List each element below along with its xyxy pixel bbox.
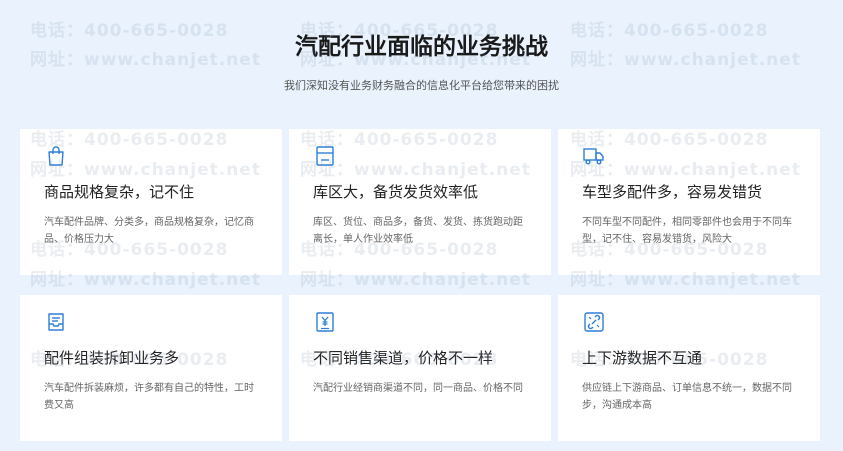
- challenge-grid: 商品规格复杂，记不住 汽车配件品牌、分类多，商品规格复杂，记忆商品、价格压力大 …: [0, 0, 843, 451]
- truck-icon: [583, 148, 604, 165]
- challenge-card: 上下游数据不互通 供应链上下游商品、订单信息不统一，数据不同步，沟通成本高: [558, 295, 820, 441]
- challenge-card: 车型多配件多，容易发错货 不同车型不同配件，相同零部件也会用于不同车型，记不住、…: [558, 129, 820, 275]
- card-title: 车型多配件多，容易发错货: [582, 183, 763, 201]
- card-title: 商品规格复杂，记不住: [44, 183, 195, 201]
- challenge-card: 不同销售渠道，价格不一样 汽配行业经销商渠道不同，同一商品、价格不同: [289, 295, 551, 441]
- challenge-card: 商品规格复杂，记不住 汽车配件品牌、分类多，商品规格复杂，记忆商品、价格压力大: [20, 129, 282, 275]
- card-title: 配件组装拆卸业务多: [44, 349, 180, 367]
- card-description: 不同车型不同配件，相同零部件也会用于不同车型，记不住、容易发错货，风险大: [582, 217, 792, 245]
- card-description: 供应链上下游商品、订单信息不统一，数据不同步，沟通成本高: [582, 383, 792, 411]
- card-description: 库区、货位、商品多，备货、发货、拣货跑动距离长，单人作业效率低: [313, 217, 523, 245]
- inbox-tray-icon: [48, 313, 64, 331]
- warehouse-doc-icon: [316, 146, 334, 166]
- yuan-document-icon: [316, 312, 334, 332]
- card-title: 库区大，备货发货效率低: [313, 183, 479, 201]
- card-description: 汽配行业经销商渠道不同，同一商品、价格不同: [313, 383, 523, 394]
- card-description: 汽车配件品牌、分类多，商品规格复杂，记忆商品、价格压力大: [44, 217, 254, 245]
- shopping-bag-icon: [48, 146, 64, 166]
- card-title: 不同销售渠道，价格不一样: [313, 349, 494, 367]
- card-description: 汽车配件拆装麻烦，许多都有自己的特性，工时费又高: [44, 383, 254, 411]
- card-title: 上下游数据不互通: [582, 349, 703, 367]
- challenge-card: 库区大，备货发货效率低 库区、货位、商品多，备货、发货、拣货跑动距离长，单人作业…: [289, 129, 551, 275]
- challenge-card: 配件组装拆卸业务多 汽车配件拆装麻烦，许多都有自己的特性，工时费又高: [20, 295, 282, 441]
- broken-link-icon: [584, 312, 604, 332]
